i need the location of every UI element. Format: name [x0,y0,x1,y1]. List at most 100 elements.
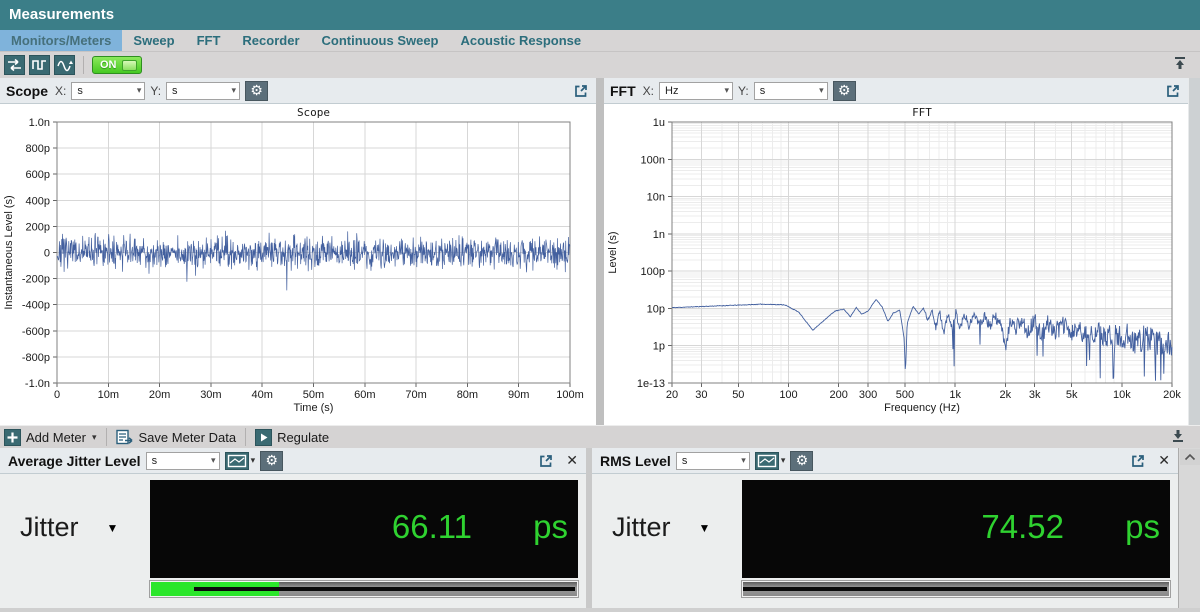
meters-scrollbar[interactable] [1178,448,1200,608]
svg-text:60m: 60m [354,389,375,401]
fft-x-unit-value: Hz [665,85,678,97]
measurement-tabbar: Monitors/Meters Sweep FFT Recorder Conti… [0,30,1200,52]
svg-text:90m: 90m [508,389,529,401]
svg-text:400p: 400p [26,195,50,207]
fft-popout-button[interactable] [1164,82,1182,100]
avg-jitter-settings-button[interactable]: ⚙ [260,451,283,471]
scope-y-unit-select[interactable]: s▾ [166,82,240,100]
avg-jitter-popout-button[interactable] [537,452,555,470]
svg-text:Scope: Scope [297,106,330,119]
scope-panel: Scope X: s▾ Y: s▾ ⚙ 010m20m30m40m50m60m7… [0,78,596,425]
svg-text:5k: 5k [1066,389,1078,401]
avg-jitter-close-button[interactable]: ✕ [566,453,578,469]
chevron-down-icon: ▾ [819,85,824,96]
scope-y-label: Y: [150,84,161,98]
on-toggle-handle-icon [122,60,137,71]
scroll-up-icon [1184,453,1196,461]
tab-sweep[interactable]: Sweep [122,30,185,51]
chevron-down-icon: ▾ [741,455,746,466]
avg-jitter-bar-meter [150,581,578,597]
meter-style-icon [755,452,779,470]
scope-x-unit-select[interactable]: s▾ [71,82,145,100]
fft-settings-button[interactable]: ⚙ [833,81,856,101]
svg-text:100: 100 [779,389,797,401]
fft-y-unit-select[interactable]: s▾ [754,82,828,100]
svg-text:2k: 2k [1000,389,1012,401]
svg-text:200: 200 [829,389,847,401]
svg-text:3k: 3k [1029,389,1041,401]
avg-jitter-meter-panel: Average Jitter Level s▾ ▾ ⚙ [0,448,586,608]
rms-level-unit-select[interactable]: s▾ [676,452,750,470]
meter-style-button[interactable]: ▾ [755,452,786,470]
avg-jitter-channel-select[interactable]: Jitter ▼ [20,512,118,543]
fft-panel: FFT X: Hz▾ Y: s▾ ⚙ 2030501002003005001k2… [604,78,1188,425]
svg-text:1e-13: 1e-13 [637,378,665,390]
save-meter-data-button[interactable]: Save Meter Data [139,430,237,445]
fft-panel-title: FFT [610,83,636,99]
tab-recorder[interactable]: Recorder [231,30,310,51]
collapse-down-icon [1170,429,1186,443]
app-window: Measurements Monitors/Meters Sweep FFT R… [0,0,1200,612]
add-meter-button[interactable]: Add Meter [26,430,86,445]
svg-text:10k: 10k [1113,389,1131,401]
svg-text:300: 300 [859,389,877,401]
meter-bar-line [743,587,1167,591]
svg-text:1u: 1u [653,117,665,129]
rms-level-settings-button[interactable]: ⚙ [790,451,813,471]
fft-x-unit-select[interactable]: Hz▾ [659,82,733,100]
analyzer-button[interactable] [54,55,75,75]
tab-monitors-meters[interactable]: Monitors/Meters [0,30,122,51]
scope-y-unit-value: s [172,85,178,97]
svg-text:0: 0 [54,389,60,401]
toolbar-separator [245,428,246,446]
svg-text:800p: 800p [26,143,50,155]
regulate-icon [255,429,272,446]
svg-text:1n: 1n [653,229,665,241]
avg-jitter-value: 66.11 [392,508,472,546]
tab-fft[interactable]: FFT [186,30,232,51]
meter-style-button[interactable]: ▾ [225,452,256,470]
collapse-panel-down-button[interactable] [1170,429,1186,446]
chevron-down-icon: ▾ [137,85,142,96]
rms-level-close-button[interactable]: ✕ [1158,453,1170,469]
regulate-button[interactable]: Regulate [277,430,329,445]
svg-text:80m: 80m [457,389,478,401]
rms-level-channel-select[interactable]: Jitter ▼ [612,512,710,543]
tab-continuous-sweep[interactable]: Continuous Sweep [311,30,450,51]
svg-text:1.0n: 1.0n [29,117,50,129]
chevron-down-icon[interactable]: ▾ [92,432,97,443]
scope-popout-button[interactable] [572,82,590,100]
output-on-toggle[interactable]: ON [92,56,142,74]
rms-level-meter-panel: RMS Level s▾ ▾ ⚙ [592,448,1178,608]
meters-bottom-gutter [0,608,1200,612]
scroll-up-button[interactable] [1180,449,1200,465]
fft-chart: 2030501002003005001k2k3k5k10k20k1u100n10… [604,104,1188,425]
generator-button[interactable] [29,55,50,75]
svg-text:FFT: FFT [912,106,932,119]
svg-text:10n: 10n [647,192,665,204]
io-swap-button[interactable] [4,55,25,75]
scope-settings-button[interactable]: ⚙ [245,81,268,101]
collapse-panel-up-button[interactable] [1172,56,1188,75]
scope-x-unit-value: s [77,85,83,97]
meters-area: Average Jitter Level s▾ ▾ ⚙ [0,448,1200,612]
rms-level-unit-value: s [682,455,688,467]
svg-text:1k: 1k [949,389,961,401]
collapse-up-icon [1172,56,1188,70]
rms-level-popout-button[interactable] [1129,452,1147,470]
channel-dropdown-icon: ▼ [699,521,711,535]
svg-text:Time (s): Time (s) [294,402,334,414]
avg-jitter-unit-select[interactable]: s▾ [146,452,220,470]
tab-acoustic-response[interactable]: Acoustic Response [450,30,593,51]
avg-jitter-channel-label: Jitter [20,512,79,543]
rms-level-bar-meter [742,581,1170,597]
svg-text:20k: 20k [1163,389,1181,401]
add-icon [4,429,21,446]
scope-x-label: X: [55,84,66,98]
svg-text:200p: 200p [26,221,50,233]
svg-text:Frequency (Hz): Frequency (Hz) [884,402,960,414]
toolbar-separator [83,56,84,74]
rms-level-channel-label: Jitter [612,512,671,543]
fft-panel-header: FFT X: Hz▾ Y: s▾ ⚙ [604,78,1188,104]
fft-y-unit-value: s [760,85,766,97]
